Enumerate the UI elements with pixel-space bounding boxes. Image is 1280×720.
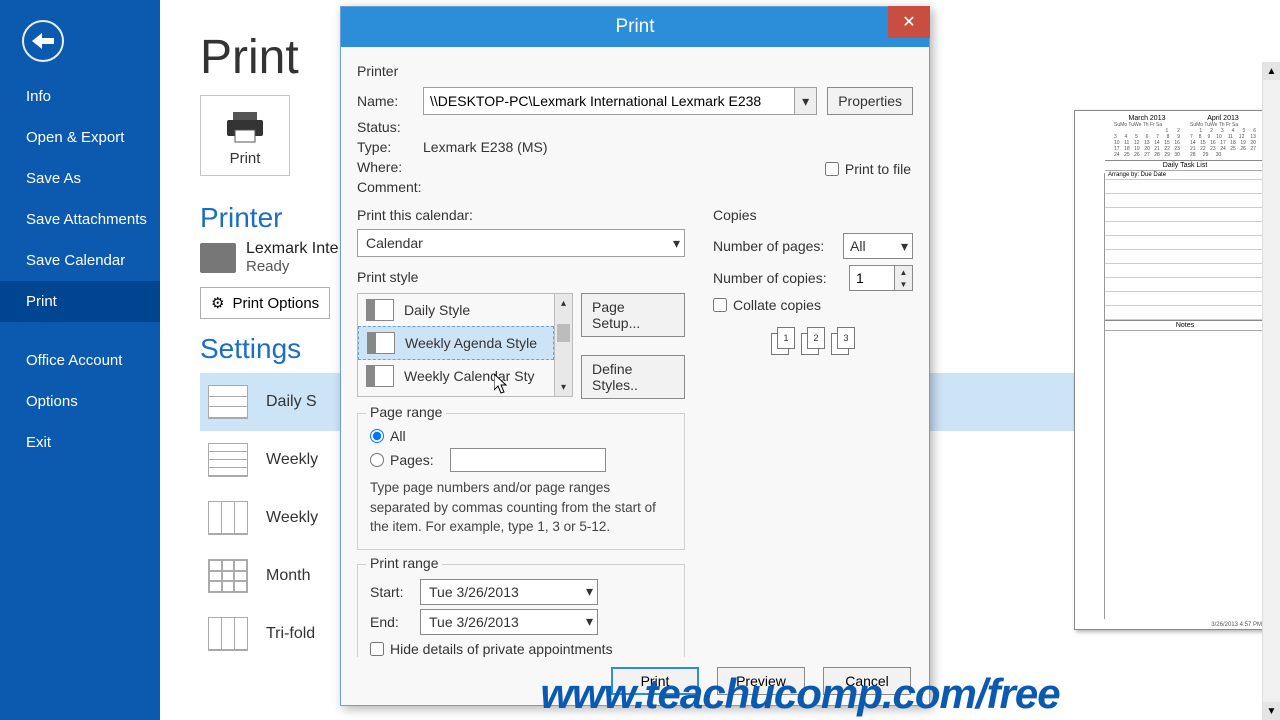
page-range-pages-label: Pages:: [390, 452, 434, 468]
daily-task-list-heading: Daily Task List: [1105, 161, 1265, 171]
comment-label: Comment:: [357, 179, 437, 195]
start-date-select[interactable]: Tue 3/26/2013▾: [420, 579, 598, 605]
end-label: End:: [370, 614, 410, 630]
collate-label: Collate copies: [733, 297, 821, 313]
hide-private-label: Hide details of private appointments: [390, 641, 613, 657]
mini-calendar-march: March 2013 SuMo TuWe Th Fr Sa 12 3456789…: [1114, 115, 1180, 158]
page-range-all-radio[interactable]: [370, 429, 384, 443]
num-copies-input[interactable]: [850, 266, 894, 290]
collate-illustration: 11 22 33: [713, 327, 913, 355]
printer-ready-status: Ready: [246, 258, 338, 275]
scroll-down-icon[interactable]: ▾: [555, 378, 572, 396]
sidebar-item-save-attachments[interactable]: Save Attachments: [0, 199, 160, 240]
page-range-legend: Page range: [366, 404, 446, 420]
status-label: Status:: [357, 119, 423, 135]
name-label: Name:: [357, 93, 423, 109]
page-range-pages-radio[interactable]: [370, 453, 384, 467]
style-scrollbar[interactable]: ▴ ▾: [554, 294, 572, 396]
scroll-up-icon[interactable]: ▴: [555, 294, 572, 312]
print-options-button[interactable]: ⚙ Print Options: [200, 287, 330, 319]
num-copies-spinner[interactable]: ▲▼: [849, 265, 913, 291]
style-daily[interactable]: Daily Style: [358, 294, 554, 326]
sidebar-item-save-as[interactable]: Save As: [0, 158, 160, 199]
print-this-calendar-label: Print this calendar:: [357, 207, 685, 223]
chevron-down-icon: ▾: [586, 583, 593, 600]
calendar-select[interactable]: Calendar ▾: [357, 229, 685, 257]
printer-dropdown-button[interactable]: ▾: [795, 87, 817, 115]
chevron-down-icon: ▾: [901, 238, 908, 255]
vertical-scrollbar[interactable]: ▲ ▼: [1262, 62, 1280, 720]
properties-button[interactable]: Properties: [827, 87, 913, 115]
copies-group-label: Copies: [713, 207, 913, 223]
print-range-legend: Print range: [366, 555, 442, 571]
sidebar-item-office-account[interactable]: Office Account: [0, 340, 160, 381]
watermark-url: www.teachucomp.com/free: [340, 670, 1260, 718]
backstage-sidebar: Info Open & Export Save As Save Attachme…: [0, 0, 160, 720]
print-big-button[interactable]: Print: [200, 95, 290, 176]
end-date-select[interactable]: Tue 3/26/2013▾: [420, 609, 598, 635]
define-styles-button[interactable]: Define Styles..: [581, 355, 685, 399]
sidebar-item-print[interactable]: Print: [0, 281, 160, 322]
dialog-close-button[interactable]: ✕: [888, 6, 930, 38]
page-setup-button[interactable]: Page Setup...: [581, 293, 685, 337]
page-range-all-label: All: [390, 428, 406, 444]
scroll-up-icon[interactable]: ▲: [1263, 62, 1280, 80]
print-style-label: Print style: [357, 269, 685, 285]
num-pages-select[interactable]: All▾: [843, 233, 913, 259]
sidebar-item-open-export[interactable]: Open & Export: [0, 117, 160, 158]
printer-name-select[interactable]: [423, 87, 795, 115]
preview-footer-timestamp: 3/26/2013 4:57 PM: [1105, 621, 1265, 629]
print-to-file-label: Print to file: [845, 161, 911, 177]
where-label: Where:: [357, 159, 423, 175]
chevron-down-icon: ▾: [802, 93, 809, 110]
printer-name: Lexmark Inte: [246, 240, 338, 258]
type-value: Lexmark E238 (MS): [423, 139, 547, 155]
print-to-file-checkbox[interactable]: [825, 162, 839, 176]
sidebar-item-info[interactable]: Info: [0, 76, 160, 117]
mini-calendar-april: April 2013 SuMo TuWe Th Fr Sa 123456 789…: [1190, 115, 1256, 158]
style-weekly-calendar[interactable]: Weekly Calendar Sty: [358, 360, 554, 392]
print-preview-page: March 2013 SuMo TuWe Th Fr Sa 12 3456789…: [1074, 110, 1266, 630]
start-label: Start:: [370, 584, 410, 600]
close-icon: ✕: [902, 12, 915, 32]
num-pages-label: Number of pages:: [713, 238, 824, 254]
page-range-hint: Type page numbers and/or page ranges sep…: [370, 478, 672, 537]
num-copies-label: Number of copies:: [713, 270, 827, 286]
collate-checkbox[interactable]: [713, 298, 727, 312]
sidebar-item-options[interactable]: Options: [0, 381, 160, 422]
scroll-down-icon[interactable]: ▼: [1263, 702, 1280, 720]
dialog-title-bar[interactable]: Print ✕: [341, 7, 929, 47]
dialog-title: Print: [615, 16, 654, 38]
chevron-down-icon: ▾: [586, 613, 593, 630]
chevron-down-icon: ▾: [673, 235, 680, 252]
pages-input[interactable]: [450, 448, 606, 472]
sidebar-item-exit[interactable]: Exit: [0, 422, 160, 463]
gear-icon: ⚙: [211, 294, 224, 312]
back-button[interactable]: [22, 20, 64, 62]
notes-heading: Notes: [1105, 320, 1265, 331]
spinner-down-icon[interactable]: ▼: [895, 278, 912, 290]
sidebar-item-save-calendar[interactable]: Save Calendar: [0, 240, 160, 281]
print-dialog: Print ✕ Printer Name: ▾ Properties Statu…: [340, 6, 930, 706]
print-button-label: Print: [230, 150, 261, 167]
printer-group-label: Printer: [357, 63, 913, 79]
style-weekly-agenda[interactable]: Weekly Agenda Style: [358, 326, 554, 360]
type-label: Type:: [357, 139, 423, 155]
printer-status-icon: [200, 243, 236, 273]
spinner-up-icon[interactable]: ▲: [895, 266, 912, 278]
printer-icon: [225, 110, 265, 144]
mouse-cursor-icon: [494, 374, 510, 394]
arrange-by-label: Arrange by: Due Date: [1105, 171, 1265, 180]
hide-private-checkbox[interactable]: [370, 642, 384, 656]
